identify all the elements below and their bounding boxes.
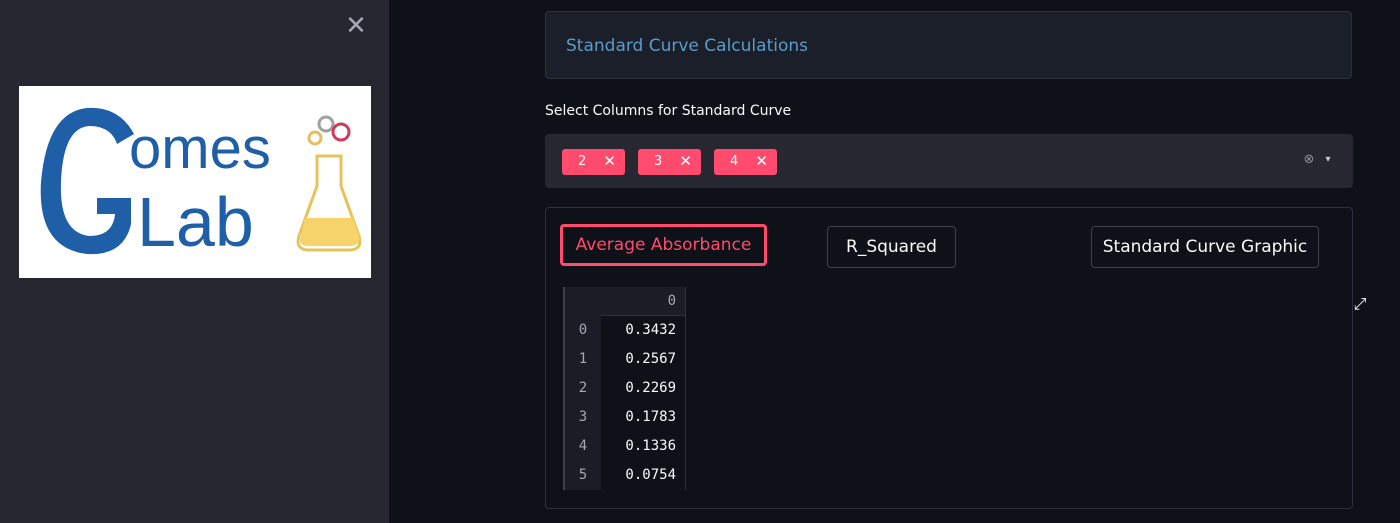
row-index: 1 — [563, 345, 601, 374]
remove-chip-icon[interactable]: ✕ — [679, 152, 692, 170]
cell-value: 0.3432 — [601, 316, 686, 345]
index-header-cell — [563, 287, 601, 316]
sidebar: ✕ omes Lab — [0, 0, 389, 523]
logo-image: omes Lab — [40, 107, 362, 261]
cell-value: 0.1783 — [601, 403, 686, 432]
row-index: 2 — [563, 374, 601, 403]
close-sidebar-icon[interactable]: ✕ — [344, 13, 368, 39]
info-box: Standard Curve Calculations — [545, 11, 1352, 79]
average-absorbance-button[interactable]: Average Absorbance — [560, 224, 767, 266]
selected-chip[interactable]: 4 ✕ — [714, 149, 777, 175]
row-index: 3 — [563, 403, 601, 432]
gomes-glab-logo: omes Lab — [19, 86, 371, 278]
remove-chip-icon[interactable]: ✕ — [603, 152, 616, 170]
svg-text:omes: omes — [129, 116, 271, 181]
select-columns-label: Select Columns for Standard Curve — [545, 103, 792, 119]
columns-multiselect[interactable]: 2 ✕ 3 ✕ 4 ✕ ⊗ ▾ — [545, 134, 1353, 188]
cell-value: 0.2567 — [601, 345, 686, 374]
chevron-down-icon[interactable]: ▾ — [1322, 153, 1334, 167]
chip-label: 2 — [578, 154, 587, 169]
cell-value: 0.0754 — [601, 461, 686, 490]
chip-label: 3 — [654, 154, 663, 169]
row-index: 5 — [563, 461, 601, 490]
fullscreen-expand-icon[interactable]: ⤢ — [1349, 293, 1371, 315]
column-header-cell: 0 — [601, 287, 686, 316]
chip-label: 4 — [730, 154, 739, 169]
clear-all-icon[interactable]: ⊗ — [1302, 153, 1316, 167]
row-index: 4 — [563, 432, 601, 461]
svg-text:Lab: Lab — [137, 183, 254, 261]
cell-value: 0.1336 — [601, 432, 686, 461]
standard-curve-graphic-button[interactable]: Standard Curve Graphic — [1091, 226, 1319, 268]
info-text: Standard Curve Calculations — [566, 36, 808, 56]
r-squared-button[interactable]: R_Squared — [827, 226, 956, 268]
selected-chip[interactable]: 2 ✕ — [562, 149, 625, 175]
row-index: 0 — [563, 316, 601, 345]
selected-chip[interactable]: 3 ✕ — [638, 149, 701, 175]
cell-value: 0.2269 — [601, 374, 686, 403]
remove-chip-icon[interactable]: ✕ — [755, 152, 768, 170]
